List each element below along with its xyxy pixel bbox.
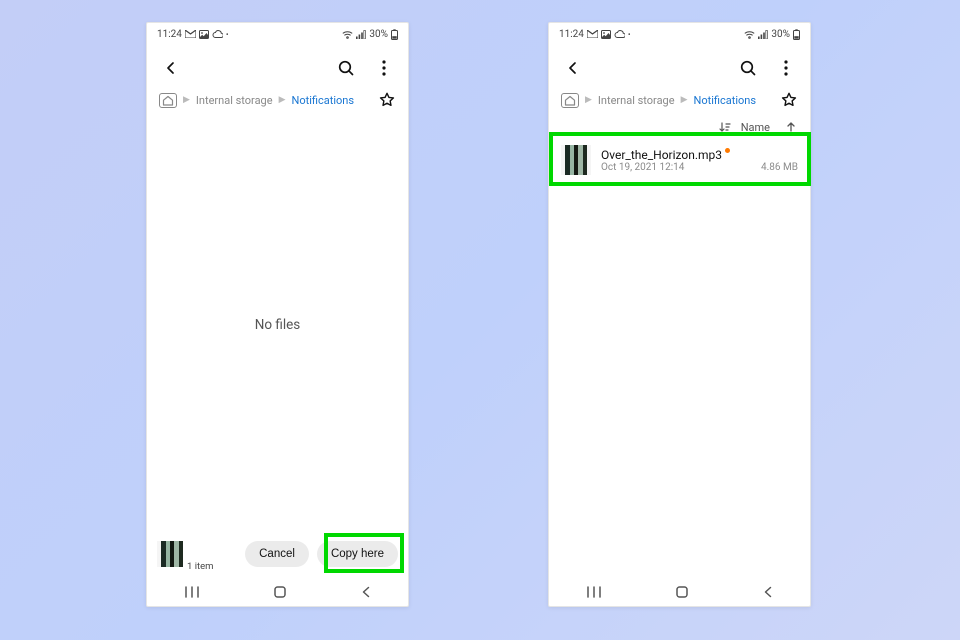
app-bar [549, 45, 810, 91]
nav-home[interactable] [675, 585, 689, 599]
file-row[interactable]: Over_the_Horizon.mp3 Oct 19, 2021 12:14 … [549, 140, 810, 180]
nav-recents[interactable] [586, 585, 602, 599]
nav-bar [549, 578, 810, 606]
chevron-right-icon: ▶ [183, 95, 190, 105]
wifi-icon [744, 30, 755, 39]
home-icon[interactable] [159, 93, 177, 108]
nav-recents[interactable] [184, 585, 200, 599]
status-bar: 11:24 • 30% [147, 23, 408, 45]
status-battery: 30% [771, 29, 790, 40]
back-button[interactable] [563, 58, 583, 78]
status-bar: 11:24 • 30% [549, 23, 810, 45]
battery-icon [793, 29, 800, 40]
status-more-dot: • [628, 30, 631, 39]
overflow-menu[interactable] [776, 58, 796, 78]
copy-here-button[interactable]: Copy here [317, 541, 398, 567]
crumb-current[interactable]: Notifications [291, 94, 354, 107]
phone-left: 11:24 • 30% [146, 22, 409, 607]
sort-row: Name [549, 117, 810, 140]
sort-icon[interactable] [719, 122, 731, 133]
file-name: Over_the_Horizon.mp3 [601, 148, 722, 162]
gmail-icon [185, 30, 196, 38]
status-more-dot: • [226, 30, 229, 39]
clipboard-count: 1 item [187, 561, 213, 572]
sort-label[interactable]: Name [741, 121, 770, 134]
file-list: Over_the_Horizon.mp3 Oct 19, 2021 12:14 … [549, 140, 810, 578]
clipboard-thumbnail [157, 541, 183, 567]
new-indicator-icon [725, 148, 730, 153]
chevron-right-icon: ▶ [681, 95, 688, 105]
status-time: 11:24 [559, 29, 584, 40]
status-battery: 30% [369, 29, 388, 40]
gmail-icon [587, 30, 598, 38]
favorite-button[interactable] [780, 91, 798, 109]
back-button[interactable] [161, 58, 181, 78]
battery-icon [391, 29, 398, 40]
status-time: 11:24 [157, 29, 182, 40]
cancel-button[interactable]: Cancel [245, 541, 309, 567]
crumb-internal[interactable]: Internal storage [196, 94, 273, 107]
breadcrumb: ▶ Internal storage ▶ Notifications [147, 91, 408, 117]
cloud-icon [212, 30, 223, 38]
favorite-button[interactable] [378, 91, 396, 109]
app-bar [147, 45, 408, 91]
file-thumbnail [561, 145, 591, 175]
file-date: Oct 19, 2021 12:14 [601, 162, 684, 173]
signal-icon [356, 30, 366, 39]
phone-right: 11:24 • 30% [548, 22, 811, 607]
home-icon[interactable] [561, 93, 579, 108]
signal-icon [758, 30, 768, 39]
file-size: 4.86 MB [761, 162, 798, 173]
nav-back[interactable] [360, 585, 372, 599]
image-icon [199, 30, 209, 39]
chevron-right-icon: ▶ [279, 95, 286, 105]
breadcrumb: ▶ Internal storage ▶ Notifications [549, 91, 810, 117]
file-list: No files [147, 117, 408, 530]
search-button[interactable] [738, 58, 758, 78]
image-icon [601, 30, 611, 39]
copy-bar: 1 item Cancel Copy here [147, 530, 408, 578]
overflow-menu[interactable] [374, 58, 394, 78]
nav-bar [147, 578, 408, 606]
sort-direction-icon[interactable] [786, 122, 796, 133]
wifi-icon [342, 30, 353, 39]
chevron-right-icon: ▶ [585, 95, 592, 105]
crumb-internal[interactable]: Internal storage [598, 94, 675, 107]
nav-back[interactable] [762, 585, 774, 599]
cloud-icon [614, 30, 625, 38]
empty-state: No files [147, 317, 408, 333]
search-button[interactable] [336, 58, 356, 78]
nav-home[interactable] [273, 585, 287, 599]
crumb-current[interactable]: Notifications [693, 94, 756, 107]
